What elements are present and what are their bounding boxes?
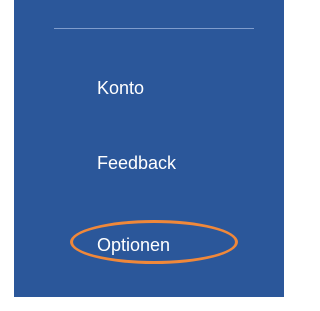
menu-item-optionen[interactable]: Optionen (97, 234, 170, 256)
menu-item-feedback[interactable]: Feedback (97, 152, 176, 174)
backstage-nav-panel: Konto Feedback Optionen (14, 0, 284, 297)
menu-item-konto[interactable]: Konto (97, 77, 144, 99)
nav-divider (54, 28, 254, 29)
